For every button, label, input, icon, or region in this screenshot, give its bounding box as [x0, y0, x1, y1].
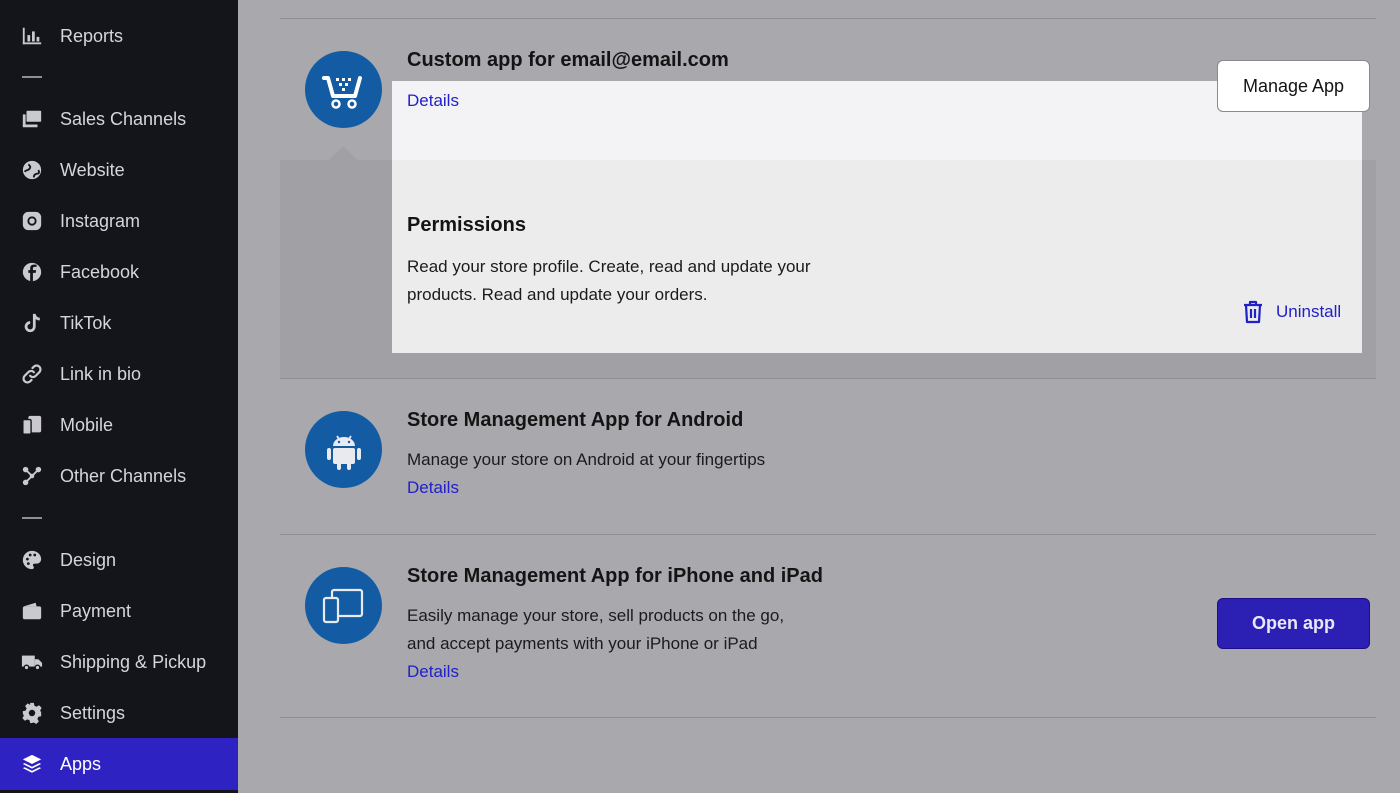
- app-description-line-1: Easily manage your store, sell products …: [407, 606, 785, 625]
- details-link[interactable]: Details: [407, 478, 459, 498]
- sidebar-item-label: Apps: [60, 753, 102, 774]
- sidebar-item-label: Shipping & Pickup: [60, 651, 207, 672]
- sidebar-item-label: Link in bio: [60, 363, 142, 384]
- layers-icon: [20, 752, 44, 776]
- sidebar-item-label: TikTok: [60, 312, 112, 333]
- app-title: Store Management App for Android: [407, 409, 744, 431]
- divider: [280, 717, 1376, 718]
- sidebar-item-design[interactable]: Design: [0, 540, 238, 580]
- sidebar-item-payment[interactable]: Payment: [0, 591, 238, 631]
- palette-icon: [20, 548, 44, 572]
- sidebar-item-facebook[interactable]: Facebook: [0, 252, 238, 292]
- app-title: Store Management App for iPhone and iPad: [407, 565, 823, 587]
- bar-chart-icon: [20, 24, 44, 48]
- uninstall-button[interactable]: Uninstall: [1242, 300, 1341, 324]
- sidebar-item-reports[interactable]: Reports: [0, 16, 238, 56]
- sidebar-item-settings[interactable]: Settings: [0, 693, 238, 733]
- sidebar-item-shipping-pickup[interactable]: Shipping & Pickup: [0, 642, 238, 682]
- share-icon: [20, 464, 44, 488]
- permissions-title: Permissions: [407, 214, 526, 236]
- wallet-icon: [20, 599, 44, 623]
- sidebar-divider: [22, 517, 42, 519]
- details-link[interactable]: Details: [407, 91, 459, 111]
- sidebar-item-apps[interactable]: Apps: [0, 738, 238, 790]
- app-description-line-2: and accept payments with your iPhone or …: [407, 634, 758, 653]
- sidebar-divider: [22, 76, 42, 78]
- sidebar-item-label: Payment: [60, 600, 132, 621]
- sidebar-item-website[interactable]: Website: [0, 150, 238, 190]
- sidebar-item-mobile[interactable]: Mobile: [0, 405, 238, 445]
- sidebar-item-sales-channels[interactable]: Sales Channels: [0, 99, 238, 139]
- sidebar-item-label: Instagram: [60, 210, 141, 231]
- divider: [280, 378, 1376, 379]
- sidebar-item-label: Other Channels: [60, 465, 187, 486]
- facebook-icon: [20, 260, 44, 284]
- sidebar-item-other-channels[interactable]: Other Channels: [0, 456, 238, 496]
- sidebar-item-label: Reports: [60, 25, 124, 46]
- app-description: Manage your store on Android at your fin…: [407, 450, 766, 469]
- truck-icon: [20, 650, 44, 674]
- trash-icon: [1244, 300, 1262, 324]
- divider: [280, 18, 1376, 19]
- permissions-text: Read your store profile. Create, read an…: [407, 257, 811, 304]
- details-link[interactable]: Details: [407, 662, 459, 682]
- app-title: Custom app for email@email.com: [407, 49, 729, 71]
- sidebar-item-label: Sales Channels: [60, 108, 187, 129]
- android-icon: [305, 411, 382, 488]
- shopping-cart-icon: [305, 51, 382, 128]
- open-app-button[interactable]: Open app: [1217, 598, 1370, 649]
- mobile-icon: [20, 413, 44, 437]
- sidebar-item-label: Mobile: [60, 414, 114, 435]
- globe-icon: [20, 158, 44, 182]
- sidebar-item-label: Design: [60, 549, 117, 570]
- sidebar-item-label: Settings: [60, 702, 126, 723]
- sidebar-item-instagram[interactable]: Instagram: [0, 201, 238, 241]
- details-caret: [329, 146, 357, 160]
- instagram-icon: [20, 209, 44, 233]
- sidebar-item-link-in-bio[interactable]: Link in bio: [0, 354, 238, 394]
- tiktok-icon: [20, 311, 44, 335]
- manage-app-button[interactable]: Manage App: [1217, 60, 1370, 112]
- channels-icon: [20, 107, 44, 131]
- gear-icon: [20, 701, 44, 725]
- sidebar-item-tiktok[interactable]: TikTok: [0, 303, 238, 343]
- link-icon: [20, 362, 44, 386]
- devices-icon: [305, 567, 382, 644]
- sidebar-item-label: Facebook: [60, 261, 140, 282]
- sidebar-item-label: Website: [60, 159, 125, 180]
- sidebar: Reports Sales Channels Website Instagram…: [0, 0, 238, 793]
- uninstall-label: Uninstall: [1276, 302, 1342, 321]
- divider: [280, 534, 1376, 535]
